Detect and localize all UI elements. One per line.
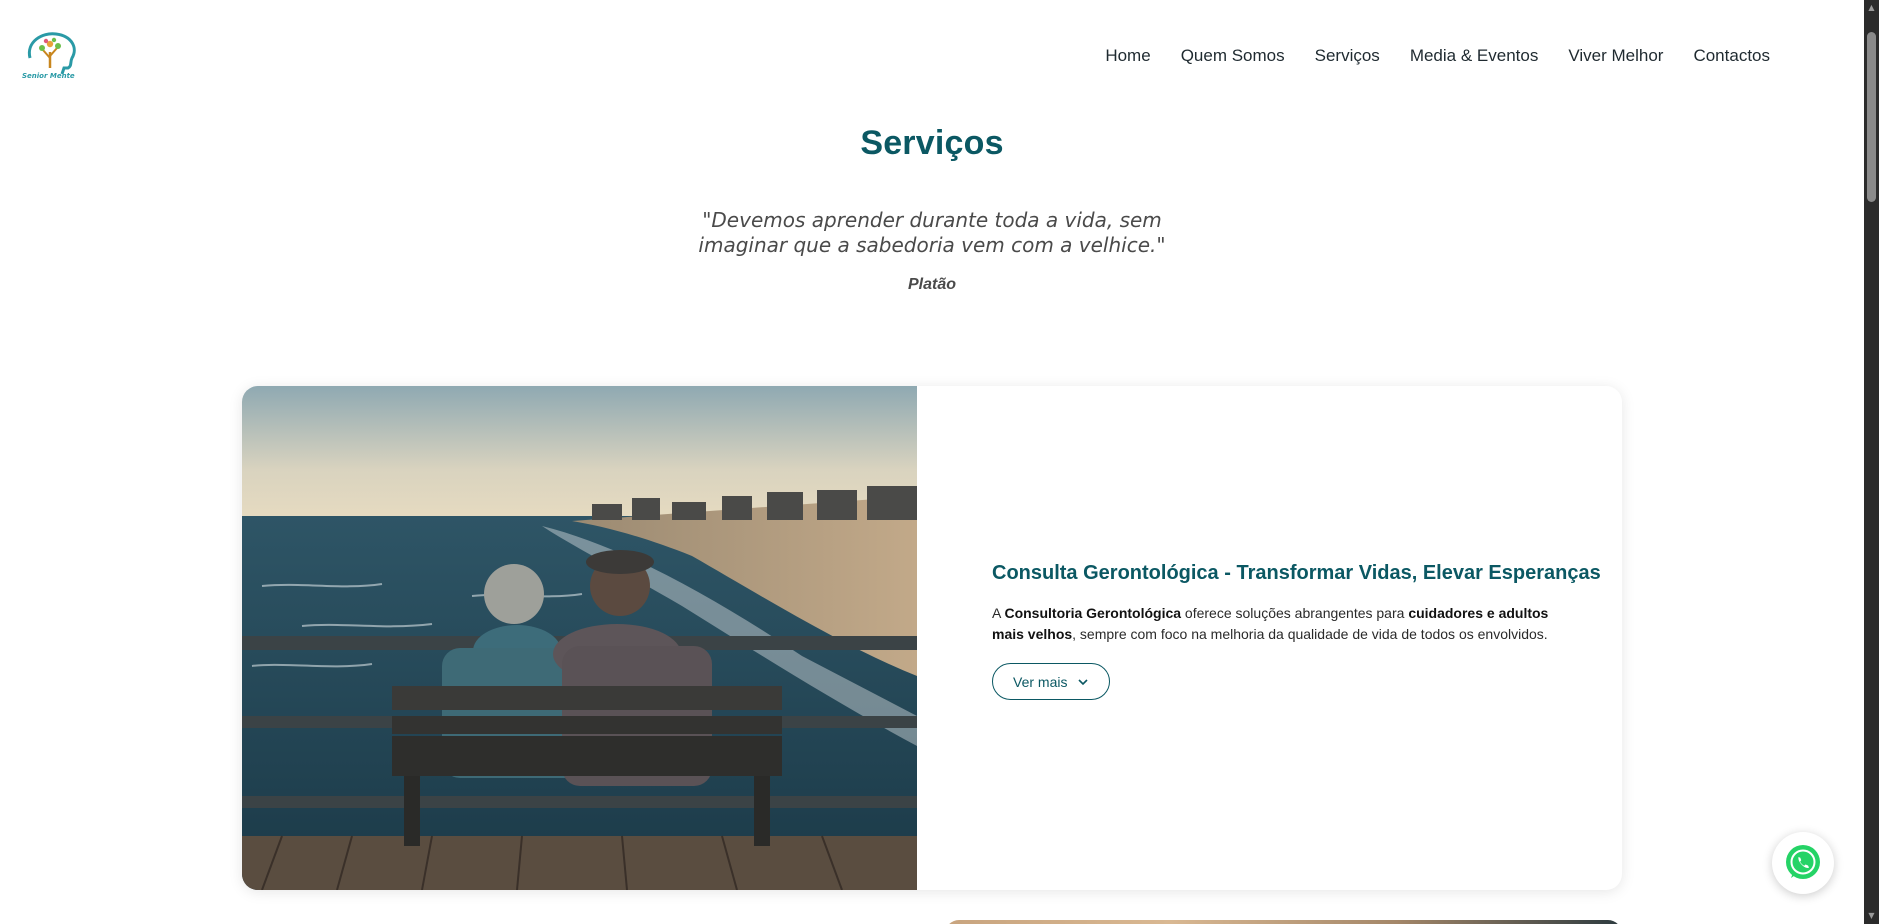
scroll-down-arrow-icon[interactable]: ▼ — [1867, 911, 1876, 921]
whatsapp-icon — [1786, 845, 1820, 879]
main-nav: Home Quem Somos Serviços Media & Eventos… — [1075, 46, 1770, 66]
description-bold: Consultoria Gerontológica — [1004, 605, 1182, 621]
nav-item-viver-melhor[interactable]: Viver Melhor — [1568, 46, 1663, 66]
elderly-couple-photo — [242, 386, 917, 890]
description-part: A — [992, 605, 1005, 621]
page-scrollbar[interactable]: ▲ ▼ — [1864, 0, 1879, 924]
description-part: oferece soluções abrangentes para — [1181, 605, 1409, 621]
scroll-thumb[interactable] — [1867, 32, 1876, 202]
nav-item-home[interactable]: Home — [1105, 46, 1150, 66]
brain-tree-logo-icon: Senior Mente — [22, 32, 76, 80]
next-service-card-peek — [945, 920, 1622, 924]
service-title: Consulta Gerontológica - Transformar Vid… — [992, 562, 1601, 584]
scroll-up-arrow-icon[interactable]: ▲ — [1867, 3, 1876, 13]
whatsapp-button[interactable] — [1772, 832, 1834, 894]
site-header: Senior Mente Home Quem Somos Serviços Me… — [0, 0, 1864, 112]
nav-item-servicos[interactable]: Serviços — [1315, 46, 1380, 66]
service-card-body: Consulta Gerontológica - Transformar Vid… — [992, 562, 1601, 700]
ver-mais-label: Ver mais — [1013, 673, 1068, 690]
service-description: A Consultoria Gerontológica oferece solu… — [992, 603, 1582, 645]
ver-mais-button[interactable]: Ver mais — [992, 663, 1111, 700]
chevron-down-icon — [1078, 678, 1089, 685]
nav-item-quem-somos[interactable]: Quem Somos — [1181, 46, 1285, 66]
service-card: Consulta Gerontológica - Transformar Vid… — [242, 386, 1622, 890]
svg-text:Senior Mente: Senior Mente — [22, 72, 75, 80]
page-title: Serviços — [860, 124, 1004, 162]
nav-item-contactos[interactable]: Contactos — [1693, 46, 1770, 66]
description-part: , sempre com foco na melhoria da qualida… — [1072, 626, 1548, 642]
quote-text: "Devemos aprender durante toda a vida, s… — [698, 208, 1166, 257]
nav-item-media-eventos[interactable]: Media & Eventos — [1410, 46, 1539, 66]
site-logo[interactable]: Senior Mente — [20, 28, 84, 80]
quote-author: Platão — [907, 276, 956, 293]
